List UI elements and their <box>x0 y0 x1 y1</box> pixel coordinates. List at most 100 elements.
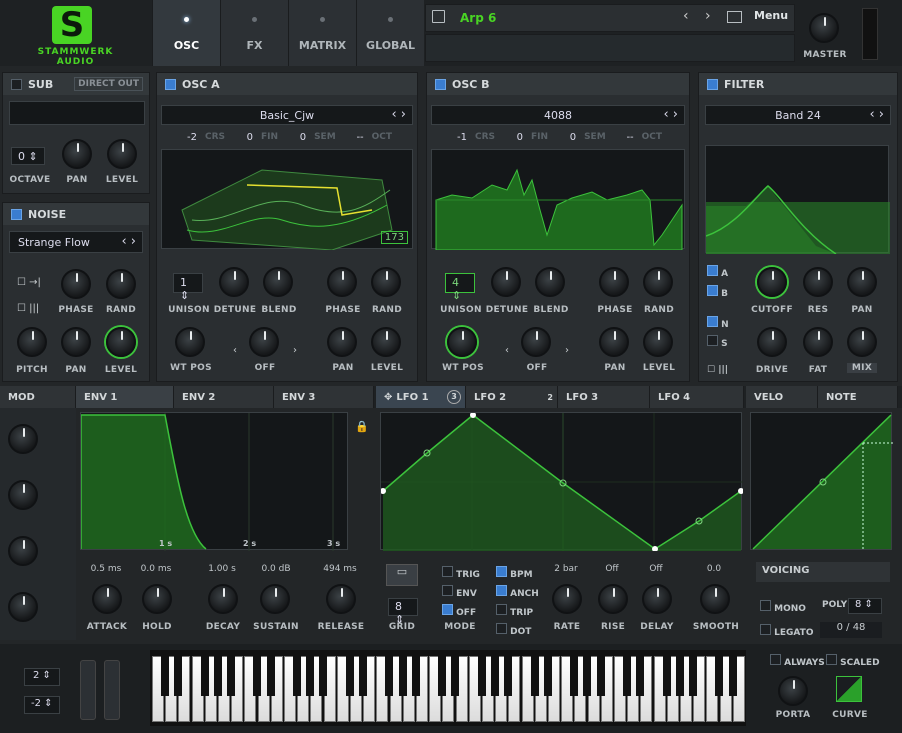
black-key[interactable] <box>319 656 328 696</box>
octave-stepper[interactable]: 0 ⇕ <box>11 147 45 165</box>
osc-a-unison-stepper[interactable]: 1 ⇕ <box>173 273 203 302</box>
noise-pan-knob[interactable] <box>61 327 91 357</box>
osc-b-detune-knob[interactable] <box>491 267 521 297</box>
black-key[interactable] <box>345 656 354 696</box>
osc-b-level-knob[interactable] <box>643 327 673 357</box>
tab-global[interactable]: GLOBAL <box>356 0 424 66</box>
osc-a-frame-value[interactable]: 173 <box>380 231 408 244</box>
osc-a-toggle[interactable] <box>165 78 176 90</box>
noise-type-select[interactable]: Strange Flow ‹ › <box>9 231 143 253</box>
mod-slot-knob-1[interactable] <box>8 424 38 454</box>
black-key[interactable] <box>451 656 460 696</box>
porta-knob[interactable] <box>778 676 808 706</box>
scaled-option[interactable]: SCALED <box>826 654 880 668</box>
osc-b-oct-value[interactable]: -1 <box>445 132 467 143</box>
osc-a-rand-knob[interactable] <box>371 267 401 297</box>
osc-a-sem-value[interactable]: 0 <box>286 132 306 143</box>
filter-fat-knob[interactable] <box>803 327 833 357</box>
black-key[interactable] <box>623 656 631 696</box>
noise-toggle[interactable] <box>11 208 22 220</box>
osc-a-detune-knob[interactable] <box>219 267 249 297</box>
osc-b-wavetable-select[interactable]: 4088 ‹ › <box>431 105 685 125</box>
master-knob[interactable] <box>809 13 839 43</box>
mod-wheel[interactable] <box>104 660 120 720</box>
filter-cutoff-knob[interactable] <box>757 267 787 297</box>
noise-keytrack-icon[interactable]: ☐ →| <box>17 277 41 288</box>
osc-b-wtpos-knob[interactable] <box>447 327 477 357</box>
filter-route-a[interactable]: A <box>707 265 728 279</box>
env-graph[interactable]: 1 s 2 s 3 s <box>80 412 348 551</box>
filter-res-knob[interactable] <box>803 267 833 297</box>
black-key[interactable] <box>596 656 605 696</box>
preset-browser-icon[interactable] <box>727 11 742 23</box>
preset-next-icon[interactable]: › <box>705 8 711 24</box>
osc-a-wavetable-display[interactable]: 173 <box>161 149 413 251</box>
black-key[interactable] <box>293 656 301 696</box>
tab-lfo4[interactable]: LFO 4 <box>650 386 744 408</box>
always-option[interactable]: ALWAYS <box>770 654 825 668</box>
filter-route-b[interactable]: B <box>707 285 728 299</box>
black-key[interactable] <box>200 656 209 696</box>
black-key[interactable] <box>411 656 420 696</box>
black-key[interactable] <box>385 656 394 696</box>
osc-a-warp-next-icon[interactable]: › <box>293 345 297 356</box>
black-key[interactable] <box>715 656 724 696</box>
sub-pan-knob[interactable] <box>62 139 92 169</box>
lfo-graph[interactable] <box>380 412 744 552</box>
filter-nav-icon[interactable]: ‹ › <box>869 107 884 122</box>
osc-a-phase-knob[interactable] <box>327 267 357 297</box>
filter-route-s[interactable]: S <box>707 335 728 349</box>
filter-keytrack-icon[interactable]: ☐ ||| <box>707 365 728 375</box>
osc-a-wtpos-knob[interactable] <box>175 327 205 357</box>
mono-option[interactable]: MONO <box>760 600 806 614</box>
black-key[interactable] <box>266 656 275 696</box>
noise-phase-knob[interactable] <box>61 269 91 299</box>
filter-mix-knob[interactable] <box>847 327 877 357</box>
smooth-knob[interactable] <box>700 584 730 614</box>
osc-b-pan-knob[interactable] <box>599 327 629 357</box>
env-option[interactable]: ENV <box>442 585 477 599</box>
direct-out-button[interactable]: DIRECT OUT <box>74 77 143 91</box>
osc-a-oct-value[interactable]: -2 <box>175 132 197 143</box>
hold-knob[interactable] <box>142 584 172 614</box>
osc-b-warp-knob[interactable] <box>521 327 551 357</box>
tab-velo[interactable]: VELO <box>746 386 818 408</box>
osc-a-warp-knob[interactable] <box>249 327 279 357</box>
tab-matrix[interactable]: MATRIX <box>288 0 356 66</box>
osc-b-sem-value[interactable]: 0 <box>556 132 576 143</box>
tab-mod[interactable]: MOD <box>0 386 76 408</box>
black-key[interactable] <box>689 656 697 696</box>
pitch-bend-down-stepper[interactable]: -2 ⇕ <box>24 696 60 714</box>
black-key[interactable] <box>161 656 169 696</box>
black-key[interactable] <box>504 656 513 696</box>
tab-env3[interactable]: ENV 3 <box>274 386 374 408</box>
filter-toggle[interactable] <box>707 78 718 90</box>
tab-osc[interactable]: OSC <box>152 0 220 66</box>
black-key[interactable] <box>227 656 235 696</box>
tab-env1[interactable]: ENV 1 <box>76 386 174 408</box>
tab-lfo2[interactable]: LFO 22 <box>466 386 558 408</box>
black-key[interactable] <box>543 656 552 696</box>
noise-pitch-knob[interactable] <box>17 327 47 357</box>
preset-prev-icon[interactable]: ‹ <box>683 8 689 24</box>
osc-b-unison-stepper[interactable]: 4 ⇕ <box>445 273 475 302</box>
black-key[interactable] <box>306 656 315 696</box>
osc-b-warp-prev-icon[interactable]: ‹ <box>505 345 509 356</box>
osc-a-oct-tail[interactable]: -- <box>344 132 363 143</box>
legato-option[interactable]: LEGATO <box>760 624 813 638</box>
off-option[interactable]: OFF <box>442 604 476 618</box>
osc-a-nav-icon[interactable]: ‹ › <box>391 107 406 122</box>
noise-nav-icon[interactable]: ‹ › <box>121 234 136 249</box>
mod-slot-knob-3[interactable] <box>8 536 38 566</box>
osc-b-nav-icon[interactable]: ‹ › <box>663 107 678 122</box>
menu-button[interactable]: Menu <box>754 9 788 22</box>
release-knob[interactable] <box>326 584 356 614</box>
black-key[interactable] <box>477 656 486 696</box>
osc-b-warp-next-icon[interactable]: › <box>565 345 569 356</box>
rise-knob[interactable] <box>598 584 628 614</box>
sub-level-knob[interactable] <box>107 139 137 169</box>
tab-note[interactable]: NOTE <box>818 386 898 408</box>
osc-a-level-knob[interactable] <box>371 327 401 357</box>
dot-option[interactable]: DOT <box>496 623 531 637</box>
filter-pan-knob[interactable] <box>847 267 877 297</box>
